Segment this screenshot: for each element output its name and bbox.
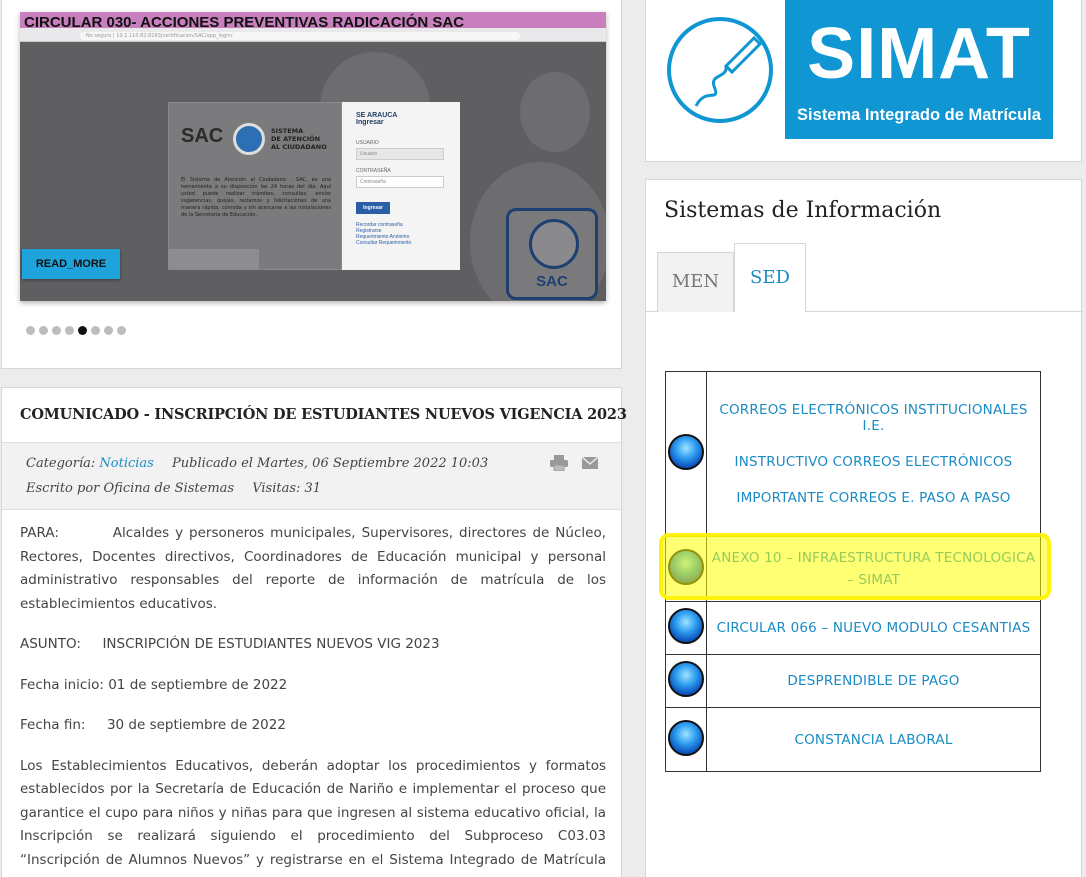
sac-badge: SAC [506,208,598,300]
tab-sed[interactable]: SED [734,243,806,313]
asunto-label: ASUNTO: [20,636,81,652]
para-paragraph: PARA: Alcaldes y personeros municipales,… [20,522,606,616]
login-links: Recordar contraseña Registrarse Requerim… [356,222,412,246]
login-title: SE ARAUCA [356,112,398,119]
link-importante-correos[interactable]: IMPORTANTE CORREOS E. PASO A PASO [707,480,1040,516]
table-row: ANEXO 10 – INFRAESTRUCTURA TECNOLOGICA –… [665,536,1041,602]
asunto-text: INSCRIPCIÓN DE ESTUDIANTES NUEVOS VIG 20… [102,636,440,652]
hand-icon [529,219,579,269]
fecha-inicio-value: 01 de septiembre de 2022 [108,676,288,693]
table-row: DESPRENDIBLE DE PAGO [665,654,1041,708]
fecha-fin-paragraph: Fecha fin: 30 de septiembre de 2022 [20,714,606,738]
slider-dot[interactable] [104,326,113,335]
user-label: USUARIO [356,140,379,146]
published-date: Publicado el Martes, 06 Septiembre 2022 … [172,456,489,471]
fecha-inicio-label: Fecha inicio: [20,676,104,693]
simat-logo[interactable]: SIMAT Sistema Integrado de Matrícula [785,0,1053,139]
simat-logo-subtitle: Sistema Integrado de Matrícula [797,106,1041,124]
slider-dot[interactable] [91,326,100,335]
bg-person-shape [520,72,590,152]
link-anexo-10[interactable]: ANEXO 10 – INFRAESTRUCTURA TECNOLOGICA –… [706,536,1041,602]
links-table: CORREOS ELECTRÓNICOS INSTITUCIONALES I.E… [665,371,1041,772]
read-more-button[interactable]: READ_MORE [22,249,120,279]
sac-description: El Sistema de Atención al Ciudadano - SA… [181,177,331,218]
login-subtitle: Ingresar [356,119,384,126]
link-correos-institucionales[interactable]: CORREOS ELECTRÓNICOS INSTITUCIONALES I.E… [707,392,1040,444]
info-systems-title: Sistemas de Información [664,198,942,223]
slider-dot[interactable] [39,326,48,335]
sac-subtitle: SISTEMA DE ATENCIÓN AL CIUDADANO [271,127,327,151]
pass-field: Contraseña [356,176,444,188]
category-link[interactable]: Noticias [99,456,153,471]
table-row: CIRCULAR 066 – NUEVO MODULO CESANTIAS [665,601,1041,655]
login-box: SE ARAUCA Ingresar USUARIO Usuario CONTR… [342,102,460,270]
pass-label: CONTRASEÑA [356,168,391,174]
email-icon[interactable] [582,457,598,469]
tab-men[interactable]: MEN [657,252,734,312]
simat-logo-text: SIMAT [807,14,1031,94]
slide-caption[interactable]: CIRCULAR 030- ACCIONES PREVENTIVAS RADIC… [24,14,464,31]
asunto-paragraph: ASUNTO: INSCRIPCIÓN DE ESTUDIANTES NUEVO… [20,633,606,657]
address-bar: No seguro | 10.1.110.82:8193/certificaci… [80,32,520,40]
slider-panel: No seguro | 10.1.110.82:8193/certificaci… [1,0,622,369]
fecha-inicio-paragraph: Fecha inicio: 01 de septiembre de 2022 [20,674,606,698]
user-field: Usuario [356,148,444,160]
slider-dot[interactable] [52,326,61,335]
para-label: PARA: [20,525,59,541]
slider-dot[interactable] [78,326,87,335]
body-paragraph: Los Establecimientos Educativos, deberán… [20,757,606,877]
fecha-fin-value: 30 de septiembre de 2022 [106,717,286,733]
visits-count: Visitas: 31 [252,481,322,496]
table-row: CORREOS ELECTRÓNICOS INSTITUCIONALES I.E… [665,371,1041,537]
article-body: PARA: Alcaldes y personeros municipales,… [20,522,606,877]
sac-logo: SAC [181,125,224,147]
para-text: Alcaldes y personeros municipales, Super… [20,525,606,612]
simat-panel: SIMAT Sistema Integrado de Matrícula [645,0,1082,162]
author: Escrito por Oficina de Sistemas [26,481,235,496]
sac-card: SAC SISTEMA DE ATENCIÓN AL CIUDADANO El … [168,102,342,270]
slider-dot[interactable] [26,326,35,335]
category-label: Categoría: [26,456,96,471]
link-constancia-laboral[interactable]: CONSTANCIA LABORAL [706,707,1041,772]
table-row: CONSTANCIA LABORAL [665,707,1041,772]
sac-footer-logo [169,249,259,269]
link-instructivo-correos[interactable]: INSTRUCTIVO CORREOS ELECTRÓNICOS [707,444,1040,480]
blue-ball-icon [668,434,704,470]
article-panel: COMUNICADO - INSCRIPCIÓN DE ESTUDIANTES … [1,387,627,877]
slider-dot[interactable] [65,326,74,335]
slider-dot[interactable] [117,326,126,335]
hand-icon [233,123,265,155]
login-button: Ingresar [356,202,390,214]
blue-ball-icon [668,549,704,585]
print-icon[interactable] [550,455,568,471]
article-title[interactable]: COMUNICADO - INSCRIPCIÓN DE ESTUDIANTES … [20,406,627,423]
fecha-fin-label: Fecha fin: [20,717,86,733]
blue-ball-icon [668,719,704,756]
pen-signature-icon [667,17,773,123]
slider-dots [26,326,126,335]
link-circular-066[interactable]: CIRCULAR 066 – NUEVO MODULO CESANTIAS [706,601,1041,655]
slide-image[interactable]: No seguro | 10.1.110.82:8193/certificaci… [20,12,606,301]
link-desprendible-pago[interactable]: DESPRENDIBLE DE PAGO [706,654,1041,708]
blue-ball-icon [668,608,704,644]
article-meta: Categoría: Noticias Publicado el Martes,… [2,442,621,510]
blue-ball-icon [668,661,704,697]
info-systems-panel: Sistemas de Información MEN SED CORREOS … [645,179,1083,877]
